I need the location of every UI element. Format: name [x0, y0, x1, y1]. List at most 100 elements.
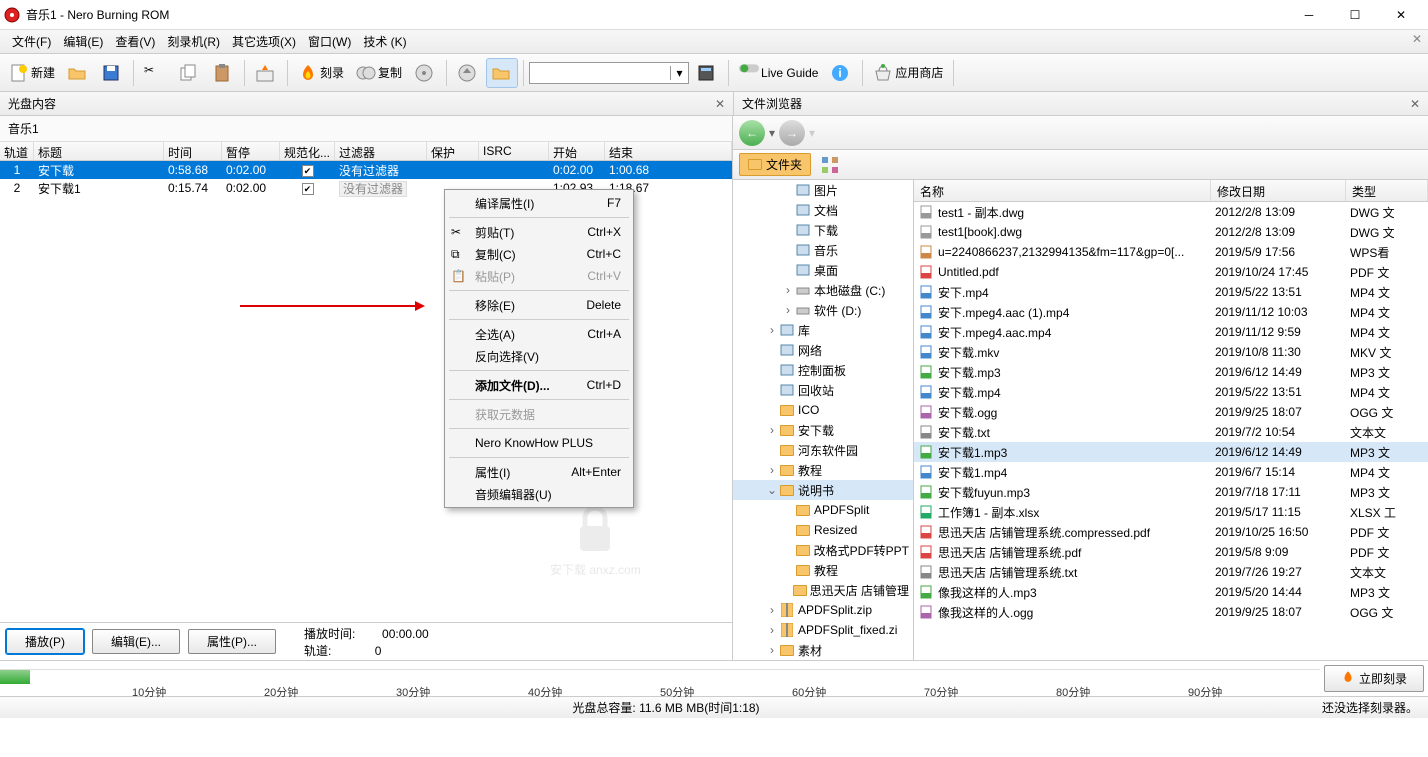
tree-node[interactable]: ICO [733, 400, 913, 420]
burn-button[interactable]: 刻录 [293, 58, 349, 88]
maximize-button[interactable]: ☐ [1332, 1, 1378, 29]
close-file-panel-icon[interactable]: ✕ [1410, 97, 1420, 111]
tree-node[interactable]: 思迅天店 店铺管理 [733, 580, 913, 600]
open-button[interactable] [62, 58, 94, 88]
file-row[interactable]: 安下载.txt 2019/7/2 10:54 文本文 [914, 422, 1428, 442]
tree-node[interactable]: 音乐 [733, 240, 913, 260]
col-name[interactable]: 名称 [914, 180, 1211, 201]
app-store-button[interactable]: 应用商店 [868, 58, 948, 88]
col-start[interactable]: 开始 [549, 142, 605, 160]
calculator-icon[interactable] [691, 58, 723, 88]
ctx-properties[interactable]: 属性(I)Alt+Enter [447, 461, 631, 483]
cut-button[interactable]: ✂ [139, 58, 171, 88]
tree-node[interactable]: ›库 [733, 320, 913, 340]
eject-button[interactable] [452, 58, 484, 88]
tree-node[interactable]: ›软件 (D:) [733, 300, 913, 320]
close-button[interactable]: ✕ [1378, 1, 1424, 29]
col-norm[interactable]: 规范化... [280, 142, 335, 160]
tree-node[interactable]: APDFSplit [733, 500, 913, 520]
col-date[interactable]: 修改日期 [1211, 180, 1346, 201]
ctx-select-all[interactable]: 全选(A)Ctrl+A [447, 323, 631, 345]
file-row[interactable]: u=2240866237,2132994135&fm=117&gp=0[... … [914, 242, 1428, 262]
ctx-invert-selection[interactable]: 反向选择(V) [447, 345, 631, 367]
file-row[interactable]: 安下.mp4 2019/5/22 13:51 MP4 文 [914, 282, 1428, 302]
col-filter[interactable]: 过滤器 [335, 142, 427, 160]
menu-extras[interactable]: 其它选项(X) [226, 31, 302, 52]
file-row[interactable]: test1 - 副本.dwg 2012/2/8 13:09 DWG 文 [914, 202, 1428, 222]
copy-disc-button[interactable]: 复制 [351, 58, 407, 88]
file-row[interactable]: 安下载1.mp4 2019/6/7 15:14 MP4 文 [914, 462, 1428, 482]
file-explorer-button[interactable] [486, 58, 518, 88]
file-row[interactable]: 安下载.mp4 2019/5/22 13:51 MP4 文 [914, 382, 1428, 402]
file-list[interactable]: 名称 修改日期 类型 test1 - 副本.dwg 2012/2/8 13:09… [914, 180, 1428, 660]
tree-node[interactable]: 下载 [733, 220, 913, 240]
ctx-knowhow[interactable]: Nero KnowHow PLUS [447, 432, 631, 454]
file-row[interactable]: 安下载.ogg 2019/9/25 18:07 OGG 文 [914, 402, 1428, 422]
file-row[interactable]: Untitled.pdf 2019/10/24 17:45 PDF 文 [914, 262, 1428, 282]
file-row[interactable]: 安下.mpeg4.aac (1).mp4 2019/11/12 10:03 MP… [914, 302, 1428, 322]
menubar-close-icon[interactable]: ✕ [1412, 32, 1422, 46]
recorder-combo[interactable]: ▾ [529, 62, 689, 84]
col-isrc[interactable]: ISRC [479, 142, 549, 160]
col-type[interactable]: 类型 [1346, 180, 1428, 201]
disc-info-button[interactable] [409, 58, 441, 88]
tree-node[interactable]: ›APDFSplit.zip [733, 600, 913, 620]
tree-node[interactable]: ›教程 [733, 460, 913, 480]
properties-button[interactable]: 属性(P)... [188, 629, 276, 654]
menu-recorder[interactable]: 刻录机(R) [161, 31, 226, 52]
tree-node[interactable]: ⌄说明书 [733, 480, 913, 500]
track-row[interactable]: 1 安下载 0:58.68 0:02.00 ✔ 没有过滤器 0:02.00 1:… [0, 161, 732, 179]
edit-button[interactable]: 编辑(E)... [92, 629, 180, 654]
file-row[interactable]: 安下载fuyun.mp3 2019/7/18 17:11 MP3 文 [914, 482, 1428, 502]
tree-node[interactable]: 网络 [733, 340, 913, 360]
file-row[interactable]: 思迅天店 店铺管理系统.txt 2019/7/26 19:27 文本文 [914, 562, 1428, 582]
col-track[interactable]: 轨道 [0, 142, 34, 160]
col-time[interactable]: 时间 [164, 142, 222, 160]
info-button[interactable]: i [825, 58, 857, 88]
tree-node[interactable]: 图片 [733, 180, 913, 200]
menu-window[interactable]: 窗口(W) [302, 31, 357, 52]
tree-node[interactable]: 文档 [733, 200, 913, 220]
tree-node[interactable]: ›APDFSplit_fixed.zi [733, 620, 913, 640]
menu-view[interactable]: 查看(V) [109, 31, 161, 52]
tree-node[interactable]: 河东软件园 [733, 440, 913, 460]
nav-back-button[interactable]: ← [739, 120, 765, 146]
file-row[interactable]: 工作簿1 - 副本.xlsx 2019/5/17 11:15 XLSX 工 [914, 502, 1428, 522]
menu-tech[interactable]: 技术 (K) [357, 31, 412, 52]
copy-toolbar-button[interactable] [173, 58, 205, 88]
ctx-remove[interactable]: 移除(E)Delete [447, 294, 631, 316]
tree-node[interactable]: 教程 [733, 560, 913, 580]
col-title[interactable]: 标题 [34, 142, 164, 160]
folder-chip[interactable]: 文件夹 [739, 153, 811, 176]
tree-node[interactable]: ›安下载 [733, 420, 913, 440]
ctx-add-files[interactable]: 添加文件(D)...Ctrl+D [447, 374, 631, 396]
ctx-cut[interactable]: ✂剪贴(T)Ctrl+X [447, 221, 631, 243]
live-guide-button[interactable]: Live Guide [734, 58, 823, 88]
col-pause[interactable]: 暂停 [222, 142, 280, 160]
col-protect[interactable]: 保护 [427, 142, 479, 160]
new-button[interactable]: 新建 [4, 58, 60, 88]
tree-node[interactable]: 改格式PDF转PPT [733, 540, 913, 560]
menu-edit[interactable]: 编辑(E) [57, 31, 109, 52]
tree-node[interactable]: 回收站 [733, 380, 913, 400]
burn-settings-button[interactable] [250, 58, 282, 88]
time-track[interactable]: 10分钟20分钟30分钟40分钟50分钟60分钟70分钟80分钟90分钟 [0, 669, 1320, 696]
file-row[interactable]: 安下载1.mp3 2019/6/12 14:49 MP3 文 [914, 442, 1428, 462]
menu-file[interactable]: 文件(F) [6, 31, 57, 52]
folder-tree[interactable]: 图片文档下载音乐桌面›本地磁盘 (C:)›软件 (D:)›库网络控制面板回收站I… [733, 180, 914, 660]
file-row[interactable]: 思迅天店 店铺管理系统.pdf 2019/5/8 9:09 PDF 文 [914, 542, 1428, 562]
play-button[interactable]: 播放(P) [6, 629, 84, 654]
file-row[interactable]: 思迅天店 店铺管理系统.compressed.pdf 2019/10/25 16… [914, 522, 1428, 542]
col-end[interactable]: 结束 [605, 142, 732, 160]
minimize-button[interactable]: ─ [1286, 1, 1332, 29]
tree-node[interactable]: 桌面 [733, 260, 913, 280]
tree-node[interactable]: Resized [733, 520, 913, 540]
close-disc-panel-icon[interactable]: ✕ [715, 97, 725, 111]
file-row[interactable]: 安下载.mkv 2019/10/8 11:30 MKV 文 [914, 342, 1428, 362]
view-icons-button[interactable] [815, 150, 847, 180]
ctx-compile-props[interactable]: 编译属性(I)F7 [447, 192, 631, 214]
tree-node[interactable]: ›本地磁盘 (C:) [733, 280, 913, 300]
save-button[interactable] [96, 58, 128, 88]
file-row[interactable]: 安下载.mp3 2019/6/12 14:49 MP3 文 [914, 362, 1428, 382]
nav-forward-button[interactable]: → [779, 120, 805, 146]
